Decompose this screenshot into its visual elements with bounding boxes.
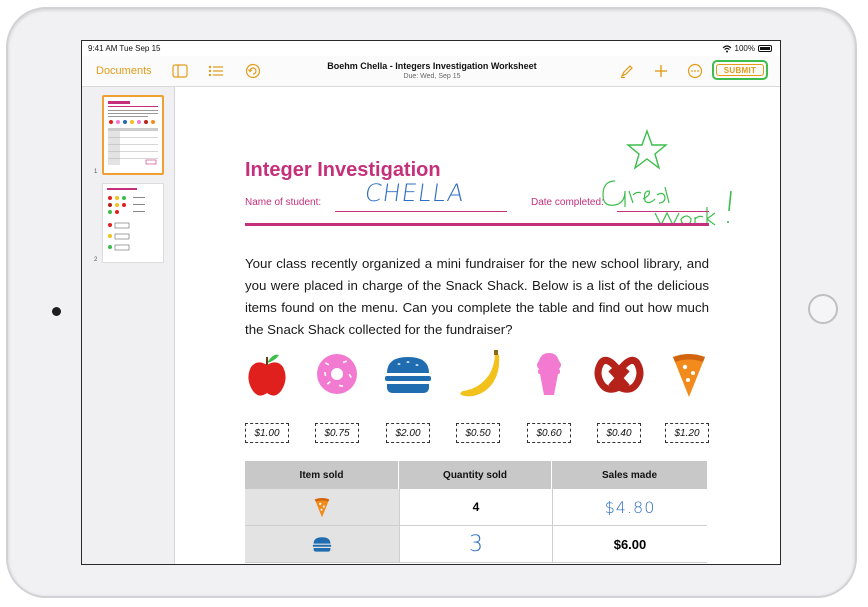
great-work-annotation xyxy=(602,129,732,227)
header-quantity-sold: Quantity sold xyxy=(399,461,552,489)
title-divider xyxy=(245,223,709,226)
worksheet-page[interactable]: Integer Investigation Name of student: C… xyxy=(175,87,780,564)
page-thumbnail-1[interactable] xyxy=(102,95,164,175)
home-button[interactable] xyxy=(808,294,838,324)
thumbnail-preview-2 xyxy=(107,188,145,251)
toolbar: Documents Boehm Chella - Integers Invest… xyxy=(82,56,780,87)
page-thumbnails-sidebar: 1 2 xyxy=(82,87,175,564)
instructions-paragraph: Your class recently organized a mini fun… xyxy=(245,256,709,337)
sidebar-toggle-icon[interactable] xyxy=(172,63,188,79)
apple-icon xyxy=(239,349,295,404)
page-number-2: 2 xyxy=(94,257,98,263)
status-right: 100% xyxy=(722,44,772,53)
more-icon[interactable] xyxy=(687,63,703,79)
name-of-student-label: Name of student: xyxy=(245,197,322,208)
date-input-line[interactable] xyxy=(617,211,709,212)
quantity-cell-handwritten[interactable]: 3 xyxy=(399,526,552,563)
screen: 9:41 AM Tue Sep 15 100% Documents Boehm … xyxy=(81,40,781,565)
sales-cell[interactable]: $6.00 xyxy=(552,526,707,563)
pretzel-icon xyxy=(591,349,647,404)
price-tag: $0.75 xyxy=(315,423,359,443)
front-camera xyxy=(52,307,61,316)
price-tag: $0.60 xyxy=(527,423,571,443)
document-title: Boehm Chella - Integers Investigation Wo… xyxy=(327,61,537,71)
handwritten-student-name: CHELLA xyxy=(363,179,467,207)
markup-pen-icon[interactable] xyxy=(619,63,635,79)
document-due-date: Due: Wed, Sep 15 xyxy=(403,73,461,80)
pizza-icon xyxy=(661,349,717,404)
battery-percent: 100% xyxy=(734,44,755,53)
name-input-line[interactable] xyxy=(335,211,507,212)
battery-icon xyxy=(758,45,772,52)
date-completed-label: Date completed: xyxy=(531,197,604,208)
table-row-item-pizza xyxy=(245,489,399,526)
list-icon[interactable] xyxy=(208,63,224,79)
wifi-icon xyxy=(722,44,731,52)
ice-cream-icon xyxy=(521,349,577,404)
documents-button[interactable]: Documents xyxy=(96,65,152,77)
price-tag: $1.00 xyxy=(245,423,289,443)
undo-icon[interactable] xyxy=(245,63,261,79)
status-time: 9:41 AM Tue Sep 15 xyxy=(88,44,161,53)
price-tag: $2.00 xyxy=(386,423,430,443)
page-thumbnail-2[interactable] xyxy=(102,183,164,263)
burger-icon xyxy=(380,349,436,404)
table-row-item-burger xyxy=(245,526,399,563)
burger-icon xyxy=(312,537,332,552)
pizza-icon xyxy=(314,498,330,518)
donut-icon xyxy=(309,349,365,404)
quantity-cell[interactable]: 4 xyxy=(399,489,552,526)
page-number-1: 1 xyxy=(94,169,98,175)
header-item-sold: Item sold xyxy=(245,461,399,489)
sales-cell-handwritten[interactable]: $4.80 xyxy=(552,489,707,526)
submit-button[interactable]: SUBMIT xyxy=(712,60,768,80)
header-sales-made: Sales made xyxy=(552,461,707,489)
price-tag: $0.40 xyxy=(597,423,641,443)
banana-icon xyxy=(451,349,507,404)
status-bar: 9:41 AM Tue Sep 15 100% xyxy=(82,41,780,56)
add-icon[interactable] xyxy=(653,63,669,79)
price-tag: $1.20 xyxy=(665,423,709,443)
price-tag: $0.50 xyxy=(456,423,500,443)
submit-label: SUBMIT xyxy=(716,64,764,76)
thumbnail-preview-1 xyxy=(108,101,158,165)
